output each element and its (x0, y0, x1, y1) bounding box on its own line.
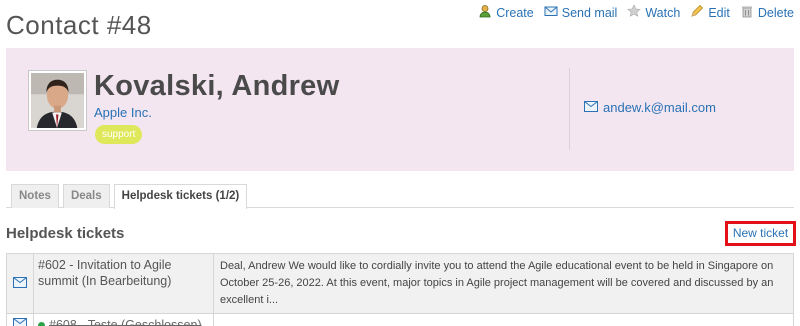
tab-deals[interactable]: Deals (62, 184, 110, 208)
ticket-subject-text: #608 - Teste (Geschlossen) (49, 318, 202, 326)
tab-helpdesk-tickets[interactable]: Helpdesk tickets (1/2) (113, 184, 248, 209)
contact-card: Kovalski, Andrew Apple Inc. support ande… (6, 48, 794, 171)
send-mail-label: Send mail (561, 5, 618, 20)
pencil-icon (690, 4, 704, 21)
watch-button[interactable]: Watch (627, 4, 680, 21)
ticket-description: Deal, Andrew We would like to cordially … (213, 253, 794, 314)
tab-notes[interactable]: Notes (11, 184, 59, 208)
table-row[interactable]: #602 - Invitation to Agile summit (In Be… (6, 253, 794, 314)
table-row[interactable]: #608 - Teste (Geschlossen) (6, 313, 794, 326)
delete-label: Delete (757, 5, 794, 20)
company-link[interactable]: Apple Inc. (94, 105, 152, 120)
send-mail-button[interactable]: Send mail (544, 4, 618, 21)
page-title: Contact #48 (6, 10, 152, 40)
user-add-icon (478, 4, 492, 21)
ticket-subject-link[interactable]: #608 - Teste (Geschlossen) (38, 317, 209, 326)
contact-actions: Create Send mail Watch Edit Delete (478, 4, 794, 21)
envelope-icon (544, 4, 558, 21)
ticket-subject-link[interactable]: #602 - Invitation to Agile summit (In Be… (33, 253, 214, 314)
tag-badge: support (95, 125, 143, 144)
envelope-icon (13, 318, 27, 326)
delete-button[interactable]: Delete (740, 4, 794, 21)
ticket-icon-cell (6, 313, 34, 326)
create-label: Create (496, 5, 534, 20)
ticket-subject-cell: #608 - Teste (Geschlossen) (33, 313, 214, 326)
status-dot-icon (38, 321, 45, 326)
watch-label: Watch (645, 5, 681, 20)
create-button[interactable]: Create (478, 4, 534, 21)
avatar (28, 70, 87, 131)
star-icon (627, 4, 642, 21)
envelope-icon (13, 276, 27, 291)
tab-bar: Notes Deals Helpdesk tickets (1/2) (6, 184, 794, 209)
trash-icon (740, 4, 754, 21)
email-text: andew.k@mail.com (603, 100, 716, 115)
edit-button[interactable]: Edit (690, 4, 730, 21)
email-link[interactable]: andew.k@mail.com (584, 100, 716, 115)
edit-label: Edit (708, 5, 730, 20)
ticket-icon-cell (6, 253, 34, 314)
ticket-description (213, 313, 794, 326)
envelope-icon (584, 100, 598, 115)
section-title: Helpdesk tickets (6, 225, 125, 242)
card-divider (569, 68, 570, 150)
tickets-table: #602 - Invitation to Agile summit (In Be… (6, 253, 794, 326)
new-ticket-button[interactable]: New ticket (725, 221, 796, 246)
contact-name: Kovalski, Andrew (94, 70, 340, 102)
